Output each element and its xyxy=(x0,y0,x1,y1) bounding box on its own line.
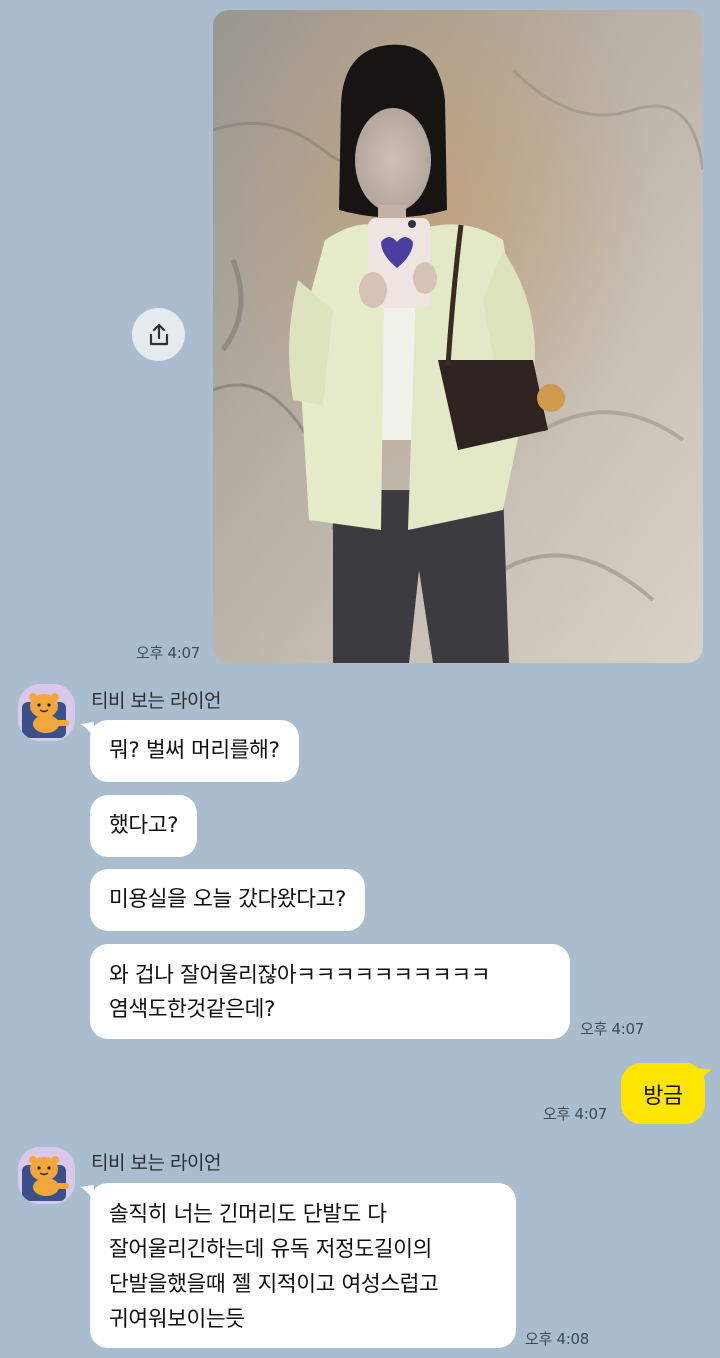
message-text: 뭐? 벌써 머리를해? xyxy=(109,738,280,763)
message-timestamp: 오후 4:07 xyxy=(543,1105,607,1123)
sender-avatar[interactable] xyxy=(18,1147,75,1204)
message-text: 염색도한것같은데? xyxy=(109,997,276,1022)
sender-avatar[interactable] xyxy=(18,684,75,741)
message-text: 했다고? xyxy=(109,813,179,838)
shared-photo xyxy=(213,10,703,663)
message-bubble[interactable]: 와 겁나 잘어울리잖아ㅋㅋㅋㅋㅋㅋㅋㅋㅋㅋ 염색도한것같은데? xyxy=(90,944,570,1039)
message-text: 미용실을 오늘 갔다왔다고? xyxy=(109,887,347,912)
message-text: 솔직히 너는 긴머리도 단발도 다 xyxy=(109,1202,387,1227)
message-text: 와 겁나 잘어울리잖아ㅋㅋㅋㅋㅋㅋㅋㅋㅋㅋ xyxy=(109,963,491,988)
message-text: 방금 xyxy=(643,1083,683,1109)
photo-message[interactable] xyxy=(213,10,703,663)
sender-name: 티비 보는 라이언 xyxy=(91,690,221,712)
ryan-lion-avatar-icon xyxy=(18,684,75,741)
bubble-tail xyxy=(698,1068,712,1084)
message-bubble[interactable]: 솔직히 너는 긴머리도 단발도 다 잘어울리긴하는데 유독 저정도길이의 단발을… xyxy=(90,1183,516,1348)
message-bubble[interactable]: 뭐? 벌써 머리를해? xyxy=(90,720,299,782)
message-bubble[interactable]: 미용실을 오늘 갔다왔다고? xyxy=(90,869,366,931)
my-message-bubble[interactable]: 방금 xyxy=(621,1063,705,1124)
message-bubble[interactable]: 했다고? xyxy=(90,795,198,857)
message-text: 잘어울리긴하는데 유독 저정도길이의 xyxy=(109,1237,432,1262)
share-button[interactable] xyxy=(132,308,185,361)
message-text: 단발을했을때 젤 지적이고 여성스럽고 xyxy=(109,1272,439,1297)
share-upload-icon xyxy=(149,323,168,345)
message-text: 귀여워보이는듯 xyxy=(109,1307,245,1332)
photo-timestamp: 오후 4:07 xyxy=(136,644,200,662)
sender-name: 티비 보는 라이언 xyxy=(91,1152,221,1174)
message-timestamp: 오후 4:07 xyxy=(580,1020,644,1038)
ryan-lion-avatar-icon xyxy=(18,1147,75,1204)
message-timestamp: 오후 4:08 xyxy=(525,1330,589,1348)
